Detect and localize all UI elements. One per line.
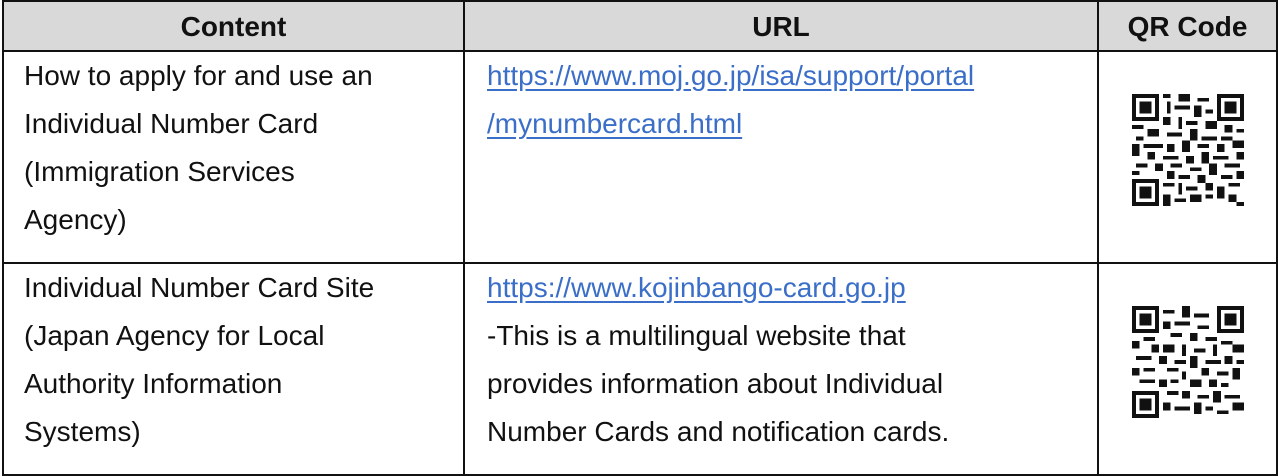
url-cell: https://www.moj.go.jp/isa/support/portal… xyxy=(463,50,1099,264)
url-cell: https://www.kojinbango-card.go.jp -This … xyxy=(463,262,1099,476)
qr-code-icon xyxy=(1131,93,1244,206)
qr-code-cell xyxy=(1097,50,1278,264)
content-line: How to apply for and use an xyxy=(24,60,373,91)
qr-code-icon xyxy=(1131,305,1244,418)
table-row: How to apply for and use an Individual N… xyxy=(2,50,1278,264)
header-url: URL xyxy=(463,0,1099,52)
content-cell: Individual Number Card Site (Japan Agenc… xyxy=(2,262,465,476)
content-line: Individual Number Card Site xyxy=(24,272,375,303)
content-line: Authority Information xyxy=(24,368,283,399)
description-line: Number Cards and notification cards. xyxy=(487,416,950,447)
url-link-line[interactable]: /mynumbercard.html xyxy=(487,108,742,139)
url-link[interactable]: https://www.kojinbango-card.go.jp xyxy=(487,264,1087,312)
url-link[interactable]: https://www.moj.go.jp/isa/support/portal xyxy=(487,52,1087,100)
header-content: Content xyxy=(2,0,465,52)
qr-code-cell xyxy=(1097,262,1278,476)
url-link[interactable]: /mynumbercard.html xyxy=(487,100,1087,148)
qr-code-svg xyxy=(1131,305,1244,418)
description-line: -This is a multilingual website that xyxy=(487,320,906,351)
content-line: Agency) xyxy=(24,204,127,235)
content-line: Individual Number Card xyxy=(24,108,319,139)
content-line: (Immigration Services xyxy=(24,156,295,187)
content-cell: How to apply for and use an Individual N… xyxy=(2,50,465,264)
url-link-line[interactable]: https://www.moj.go.jp/isa/support/portal xyxy=(487,60,974,91)
content-line: Systems) xyxy=(24,416,141,447)
table-row: Individual Number Card Site (Japan Agenc… xyxy=(2,262,1278,476)
header-row: Content URL QR Code xyxy=(2,0,1278,52)
content-line: (Japan Agency for Local xyxy=(24,320,325,351)
header-qr-code: QR Code xyxy=(1097,0,1278,52)
info-table: Content URL QR Code How to apply for and… xyxy=(2,0,1278,476)
url-link-line[interactable]: https://www.kojinbango-card.go.jp xyxy=(487,272,906,303)
qr-code-svg xyxy=(1131,93,1244,206)
description-line: provides information about Individual xyxy=(487,368,944,399)
